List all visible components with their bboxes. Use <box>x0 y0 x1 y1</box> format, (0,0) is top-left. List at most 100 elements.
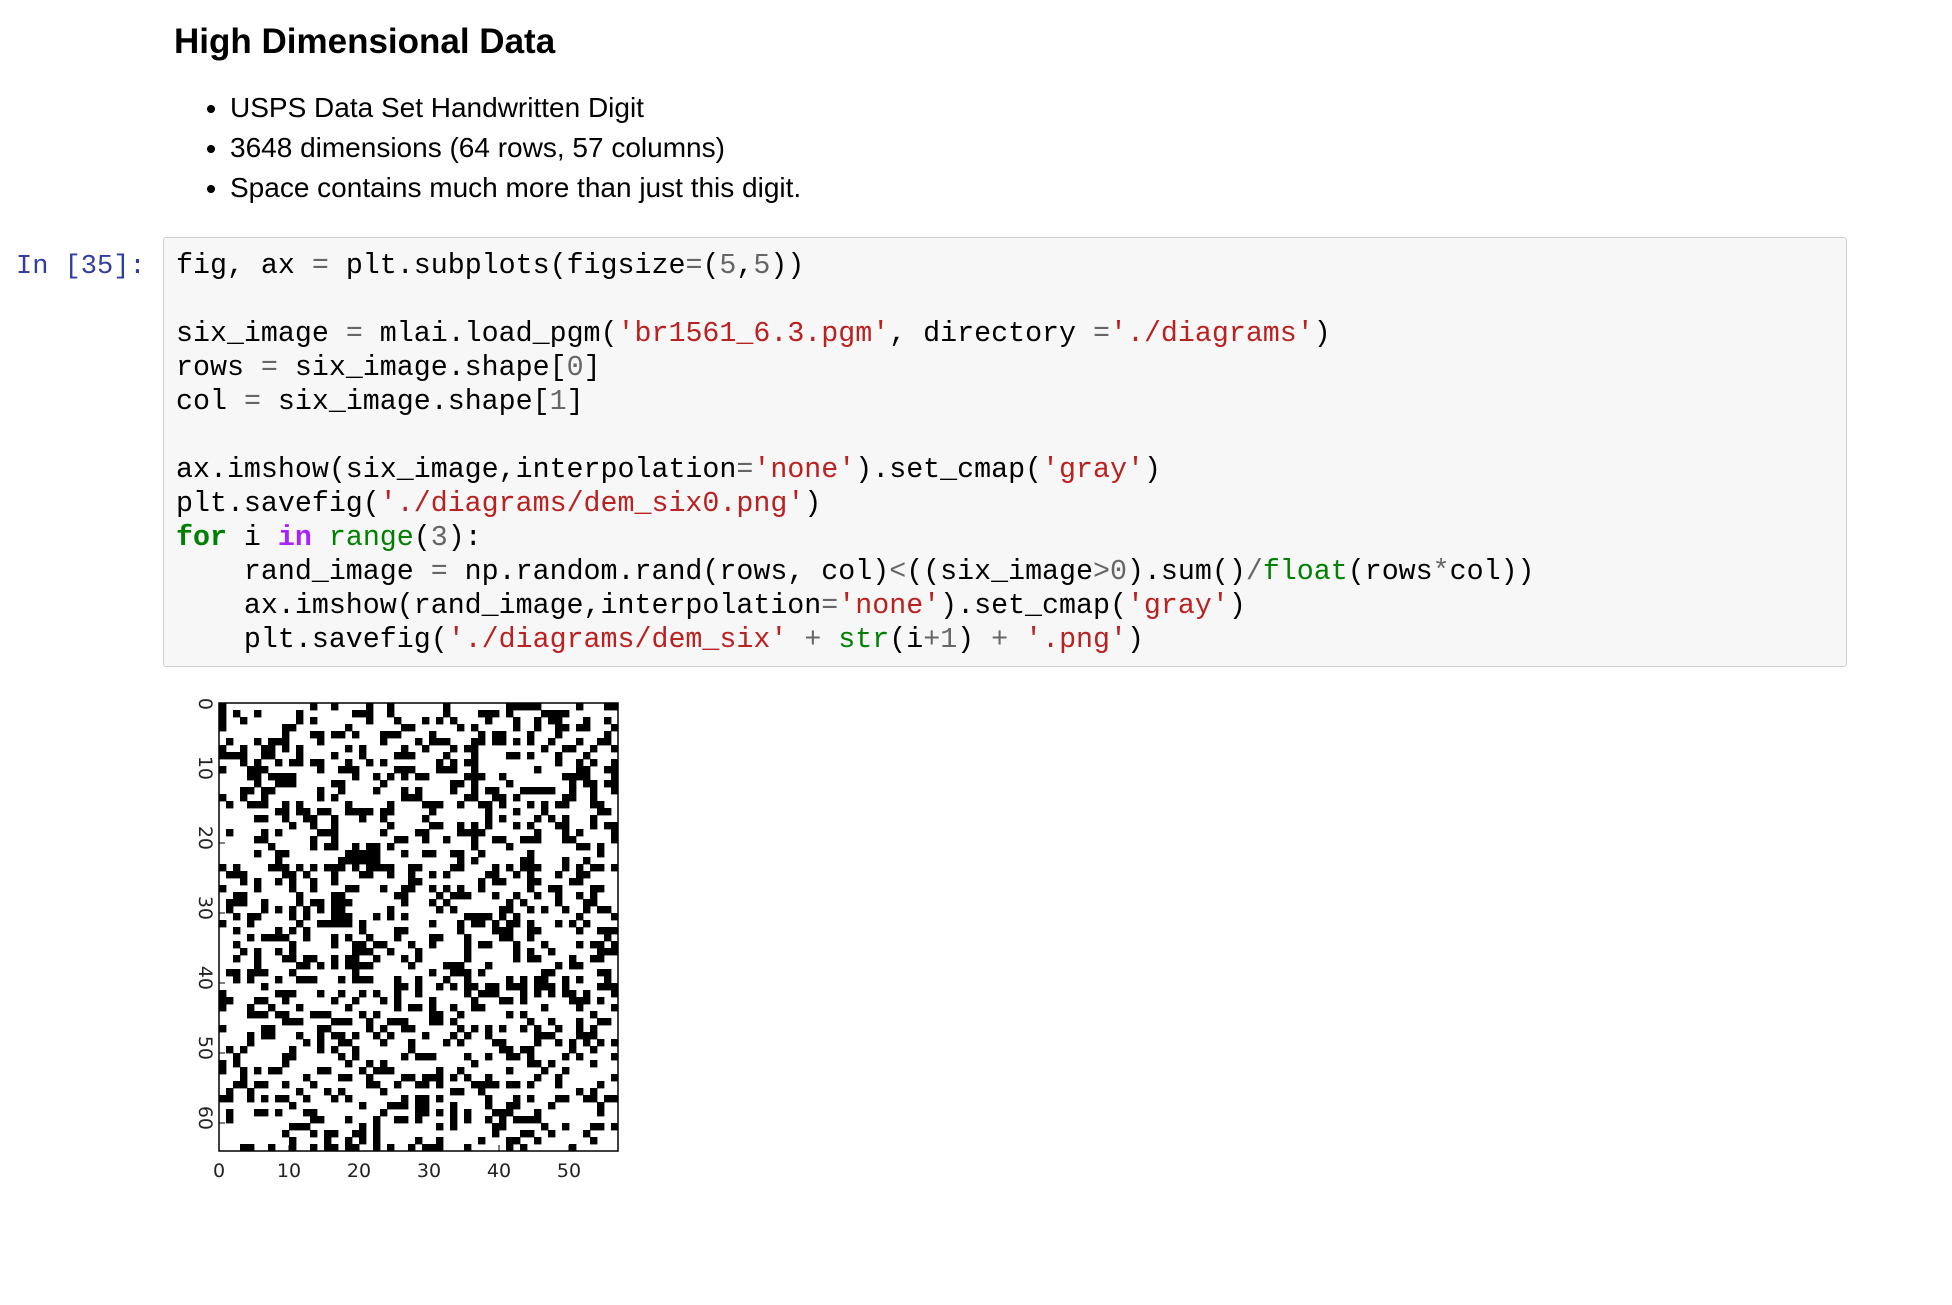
heatmap-cell <box>464 983 472 991</box>
heatmap-cell <box>366 934 374 942</box>
heatmap-cell <box>408 878 416 886</box>
heatmap-cell <box>576 871 584 879</box>
heatmap-cell <box>534 927 542 935</box>
heatmap-cell <box>394 731 402 739</box>
heatmap-cell <box>303 955 311 963</box>
heatmap-cell <box>527 1060 535 1068</box>
heatmap-cell <box>576 1032 584 1040</box>
heatmap-cell <box>359 920 367 928</box>
heatmap-cell <box>275 829 283 837</box>
heatmap-cell <box>366 843 374 851</box>
heatmap-cell <box>450 864 458 872</box>
heatmap-cell <box>569 794 577 802</box>
heatmap-cell <box>373 1137 381 1145</box>
heatmap-cell <box>562 829 570 837</box>
heatmap-cell <box>226 752 234 760</box>
heatmap-cell <box>555 717 563 725</box>
heatmap-cell <box>247 773 255 781</box>
heatmap-cell <box>394 892 402 900</box>
code-editor[interactable]: fig, ax = plt.subplots(figsize=(5,5)) si… <box>176 249 1535 657</box>
heatmap-cell <box>268 773 276 781</box>
heatmap-cell <box>338 731 346 739</box>
heatmap-cell <box>429 1053 437 1061</box>
heatmap-cell <box>429 822 437 830</box>
heatmap-cell <box>338 976 346 984</box>
heatmap-cell <box>317 1067 325 1075</box>
heatmap-cell <box>401 1102 409 1110</box>
heatmap-cell <box>590 1123 598 1131</box>
heatmap-cell <box>520 990 528 998</box>
heatmap-cell <box>597 864 605 872</box>
heatmap-cell <box>226 1109 234 1117</box>
heatmap-cell <box>506 983 514 991</box>
heatmap-cell <box>317 1011 325 1019</box>
heatmap-cell <box>478 829 486 837</box>
heatmap-cell <box>450 1109 458 1117</box>
heatmap-cell <box>471 997 479 1005</box>
heatmap-cell <box>331 1046 339 1054</box>
heatmap-cell <box>499 773 507 781</box>
heatmap-cell <box>359 990 367 998</box>
heatmap-cell <box>520 864 528 872</box>
heatmap-cell <box>268 1025 276 1033</box>
heatmap-cell <box>576 773 584 781</box>
heatmap-cell <box>261 1109 269 1117</box>
heatmap-cell <box>429 731 437 739</box>
heatmap-cell <box>541 710 549 718</box>
heatmap-cell <box>492 1109 500 1117</box>
code-line: fig, ax = plt.subplots(figsize=(5,5)) <box>176 250 805 282</box>
heatmap-cell <box>478 1088 486 1096</box>
heatmap-cell <box>303 976 311 984</box>
heatmap-cell <box>590 892 598 900</box>
heatmap-cell <box>576 1004 584 1012</box>
heatmap-cell <box>261 906 269 914</box>
heatmap-cell <box>590 1095 598 1103</box>
heatmap-cell <box>590 1060 598 1068</box>
heatmap-cell <box>464 955 472 963</box>
heatmap-cell <box>254 801 262 809</box>
heatmap-cell <box>310 1081 318 1089</box>
heatmap-cell <box>219 724 227 732</box>
heatmap-cell <box>331 899 339 907</box>
heatmap-cell <box>345 857 353 865</box>
heatmap-cell <box>597 1102 605 1110</box>
heatmap-cell <box>317 1025 325 1033</box>
heatmap-cell <box>513 724 521 732</box>
heatmap-cell <box>443 976 451 984</box>
heatmap-cell <box>513 920 521 928</box>
heatmap-cell <box>534 1074 542 1082</box>
heatmap-cell <box>450 983 458 991</box>
heatmap-cell <box>534 787 542 795</box>
heatmap-cell <box>310 899 318 907</box>
heatmap-cell <box>366 864 374 872</box>
heatmap-cell <box>450 766 458 774</box>
heatmap-cell <box>324 1067 332 1075</box>
heatmap-cell <box>506 780 514 788</box>
heatmap-cell <box>597 801 605 809</box>
heatmap-cell <box>338 787 346 795</box>
heatmap-cell <box>422 836 430 844</box>
heatmap-cell <box>527 1130 535 1138</box>
heatmap-cell <box>359 941 367 949</box>
heatmap-cell <box>590 1088 598 1096</box>
heatmap-cell <box>331 1018 339 1026</box>
heatmap-cell <box>394 1018 402 1026</box>
x-tick-label: 50 <box>557 1160 581 1182</box>
code-cell[interactable]: fig, ax = plt.subplots(figsize=(5,5)) si… <box>163 237 1847 667</box>
heatmap-cell <box>548 948 556 956</box>
heatmap-cell <box>401 1116 409 1124</box>
heatmap-cell <box>513 794 521 802</box>
heatmap-cell <box>359 710 367 718</box>
heatmap-cell <box>247 787 255 795</box>
heatmap-cell <box>240 892 248 900</box>
heatmap-cell <box>415 948 423 956</box>
heatmap-cell <box>352 1032 360 1040</box>
heatmap-cell <box>471 1025 479 1033</box>
heatmap-cell <box>576 766 584 774</box>
heatmap-cell <box>359 850 367 858</box>
heatmap-cell <box>562 1053 570 1061</box>
heatmap-cell <box>548 815 556 823</box>
heatmap-cell <box>464 941 472 949</box>
heatmap-cell <box>548 969 556 977</box>
heatmap-cell <box>576 1025 584 1033</box>
